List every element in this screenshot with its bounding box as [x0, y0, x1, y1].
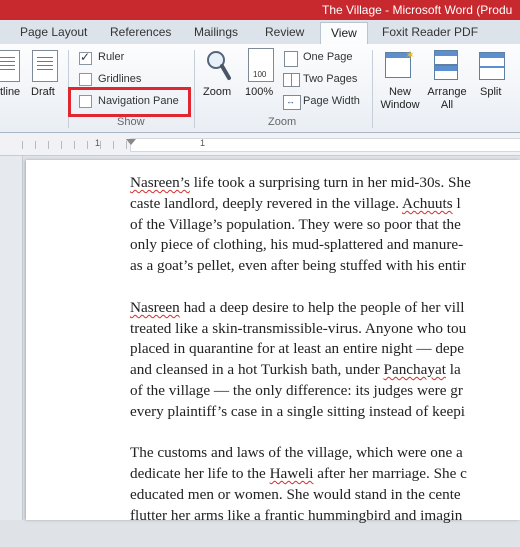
hundred-percent-icon-text: 100	[253, 70, 267, 79]
show-group-label: Show	[117, 116, 145, 128]
draft-view-label[interactable]: Draft	[31, 86, 55, 99]
text-run: every plaintiff’s case in a single sitti…	[130, 402, 466, 420]
separator	[372, 50, 373, 128]
text-line: of the Village’s population. They were s…	[130, 215, 520, 236]
horizontal-ruler[interactable]: 1 1	[0, 133, 520, 156]
tab-review[interactable]: Review	[265, 25, 304, 39]
tab-page-layout[interactable]: Page Layout	[20, 25, 87, 39]
document-body[interactable]: Nasreen’s life took a surprising turn in…	[130, 173, 520, 547]
text-run: treated like a skin-transmissible-virus.…	[130, 319, 467, 337]
split-label[interactable]: Split	[480, 86, 501, 99]
zoom-button-label[interactable]: Zoom	[203, 86, 231, 99]
draft-view-icon[interactable]	[32, 50, 58, 82]
text-line: caste landlord, deeply revered in the vi…	[130, 194, 520, 215]
navigation-pane-highlight	[68, 87, 191, 117]
arrange-all-label[interactable]: Arrange All	[424, 86, 470, 112]
text-line: treated like a skin-transmissible-virus.…	[130, 319, 520, 340]
text-run: after her marriage. She c	[313, 465, 467, 483]
tab-view[interactable]: View	[320, 22, 368, 45]
text-run: caste landlord, deeply revered in the vi…	[130, 194, 403, 212]
text-run: l	[452, 194, 461, 212]
ruler-number: 1	[200, 138, 206, 148]
text-line: only piece of clothing, his mud-splatter…	[130, 235, 520, 256]
ribbon-tabs: Page Layout References Mailings Review V…	[0, 20, 520, 45]
ruler-label[interactable]: Ruler	[98, 51, 124, 63]
text-line: flutter her arms like a frantic hummingb…	[130, 506, 520, 527]
gridlines-checkbox[interactable]	[79, 73, 92, 86]
ruler-checkbox[interactable]	[79, 50, 92, 65]
text-line: of the village — the only difference: it…	[130, 381, 520, 402]
text-run: only piece of clothing, his mud-splatter…	[130, 236, 464, 254]
tab-references[interactable]: References	[110, 25, 171, 39]
paragraph[interactable]: Nasreen had a deep desire to help the pe…	[130, 298, 520, 423]
text-run: The customs and laws of the village, whi…	[130, 444, 463, 462]
title-bar: The Village - Microsoft Word (Produ	[0, 0, 520, 20]
text-line: as a goat’s pellet, even after being stu…	[130, 256, 520, 277]
hundred-percent-label[interactable]: 100%	[245, 86, 273, 99]
two-pages-icon[interactable]	[283, 73, 300, 87]
text-run: had a deep desire to help the people of …	[179, 298, 465, 316]
outline-view-icon[interactable]	[0, 50, 20, 82]
split-icon[interactable]	[479, 52, 505, 80]
text-run: la	[445, 361, 461, 379]
text-line: and cleansed in a hot Turkish bath, unde…	[130, 360, 520, 381]
text-line: Nasreen’s life took a surprising turn in…	[130, 173, 520, 194]
arrange-all-icon[interactable]	[434, 50, 458, 80]
misspelled-word: Panchayat	[383, 361, 446, 379]
one-page-label[interactable]: One Page	[303, 51, 353, 63]
misspelled-word: Nasreen	[130, 298, 180, 316]
hundred-percent-icon[interactable]: 100	[248, 48, 274, 82]
text-run: educated men or women. She would stand i…	[130, 485, 461, 503]
gridlines-label[interactable]: Gridlines	[98, 73, 141, 85]
text-run: placed in quarantine for at least an ent…	[130, 340, 464, 358]
text-run: and cleansed in a hot Turkish bath, unde…	[130, 361, 384, 379]
separator	[194, 50, 195, 128]
text-run: of the village — the only difference: it…	[130, 381, 463, 399]
magnifier-icon[interactable]	[203, 48, 233, 84]
tab-foxit-reader-pdf[interactable]: Foxit Reader PDF	[382, 25, 478, 39]
text-run: flutter her arms like a frantic hummingb…	[130, 506, 463, 524]
paragraph[interactable]: The customs and laws of the village, whi…	[130, 443, 520, 526]
tab-mailings[interactable]: Mailings	[194, 25, 238, 39]
text-run: dedicate her life to the	[130, 465, 270, 483]
page-width-label[interactable]: Page Width	[303, 95, 360, 107]
misspelled-word: Haweli	[269, 465, 314, 483]
text-line: Nasreen had a deep desire to help the pe…	[130, 298, 520, 319]
text-line: The customs and laws of the village, whi…	[130, 443, 520, 464]
window-title: The Village - Microsoft Word (Produ	[322, 3, 513, 17]
misspelled-word: Achuuts	[402, 194, 453, 212]
text-line: placed in quarantine for at least an ent…	[130, 339, 520, 360]
page-width-icon[interactable]: ↔	[283, 95, 301, 110]
one-page-icon[interactable]	[284, 51, 298, 67]
two-pages-label[interactable]: Two Pages	[303, 73, 357, 85]
outline-view-label[interactable]: tline	[0, 86, 20, 99]
new-window-icon[interactable]: ✶	[385, 48, 415, 78]
ruler-number: 1	[95, 138, 101, 148]
zoom-group-label: Zoom	[268, 116, 297, 128]
text-run: of the Village’s population. They were s…	[130, 215, 461, 233]
vertical-ruler	[0, 156, 23, 520]
text-line: dedicate her life to the Haweli after he…	[130, 464, 520, 485]
text-run: life took a surprising turn in her mid-3…	[189, 174, 471, 191]
new-window-label[interactable]: New Window	[378, 86, 422, 112]
misspelled-word: Nasreen’s	[130, 174, 190, 191]
paragraph[interactable]: Nasreen’s life took a surprising turn in…	[130, 173, 520, 277]
text-line: educated men or women. She would stand i…	[130, 485, 520, 506]
first-line-indent-marker[interactable]	[126, 139, 136, 145]
text-run: as a goat’s pellet, even after being stu…	[130, 257, 466, 275]
ruler-text-area	[130, 138, 520, 152]
text-line: every plaintiff’s case in a single sitti…	[130, 402, 520, 423]
